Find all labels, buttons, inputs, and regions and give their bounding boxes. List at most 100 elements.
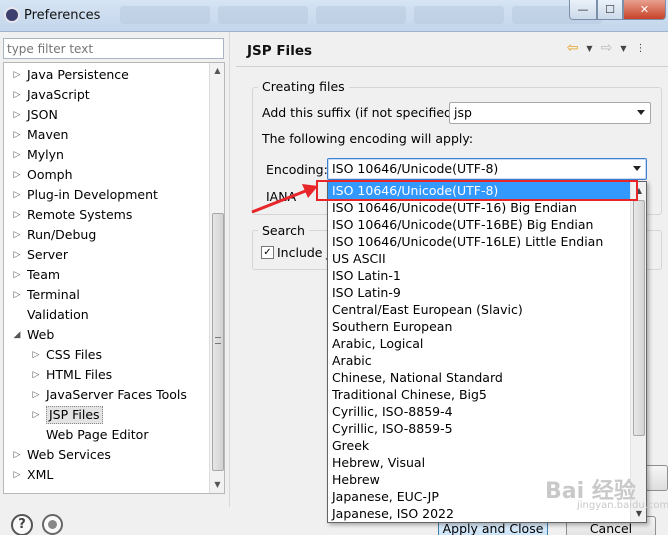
encoding-option[interactable]: Hebrew, Visual xyxy=(328,454,630,471)
chevron-right-icon[interactable]: ▷ xyxy=(12,225,22,245)
watermark-url: jingyan.baidu.com xyxy=(577,500,668,511)
encoding-option[interactable]: Chinese, National Standard xyxy=(328,369,630,386)
chevron-right-icon[interactable]: ▷ xyxy=(12,445,22,465)
panel-divider[interactable] xyxy=(229,32,230,507)
back-dropdown-icon[interactable]: ▼ xyxy=(582,44,597,53)
encoding-option[interactable]: Central/East European (Slavic) xyxy=(328,301,630,318)
chevron-right-icon[interactable]: ▷ xyxy=(12,265,22,285)
maximize-button[interactable]: ☐ xyxy=(597,0,623,20)
encoding-option[interactable]: Arabic, Logical xyxy=(328,335,630,352)
sidebar-item[interactable]: ▷ Plug-in Development xyxy=(4,185,208,205)
search-title: Search xyxy=(258,223,309,238)
tree-scroll-thumb[interactable] xyxy=(212,213,224,471)
encoding-option[interactable]: Greek xyxy=(328,437,630,454)
record-icon[interactable] xyxy=(42,514,63,535)
encoding-dropdown-list[interactable]: ISO 10646/Unicode(UTF-8) ISO 10646/Unicod… xyxy=(327,181,647,523)
chevron-right-icon[interactable]: ▷ xyxy=(12,105,22,125)
encoding-option[interactable]: Traditional Chinese, Big5 xyxy=(328,386,630,403)
sidebar-item[interactable]: ▷ Oomph xyxy=(4,165,208,185)
sidebar-item[interactable]: ▷ JavaScript xyxy=(4,85,208,105)
help-icon[interactable]: ? xyxy=(11,514,33,535)
minimize-button[interactable]: — xyxy=(569,0,597,20)
sidebar-item[interactable]: ▷ Run/Debug xyxy=(4,225,208,245)
sidebar-item-label: Run/Debug xyxy=(27,227,97,242)
encoding-label: Encoding: xyxy=(266,162,328,177)
encoding-combo[interactable]: ISO 10646/Unicode(UTF-8) xyxy=(327,158,647,180)
sidebar-item[interactable]: Validation xyxy=(4,305,208,325)
chevron-right-icon[interactable]: ▷ xyxy=(12,465,22,485)
close-button[interactable]: ✕ xyxy=(623,0,666,20)
forward-arrow-icon[interactable]: ⇨ xyxy=(599,40,614,56)
preference-tree: ▷ Java Persistence ▷ JavaScript ▷ JSON ▷ Maven ▷… xyxy=(3,62,225,494)
encoding-option[interactable]: ISO 10646/Unicode(UTF-16BE) Big Endian xyxy=(328,216,630,233)
view-menu-icon[interactable]: ⋮ xyxy=(633,43,648,54)
chevron-down-icon[interactable] xyxy=(637,110,645,115)
encoding-option[interactable]: ISO 10646/Unicode(UTF-16LE) Little Endia… xyxy=(328,233,630,250)
sidebar-item-label: Terminal xyxy=(27,287,80,302)
chevron-right-icon[interactable]: ▷ xyxy=(31,345,41,365)
chevron-right-icon[interactable]: ▷ xyxy=(12,85,22,105)
dropdown-scrollbar[interactable]: ▲ ▼ xyxy=(630,182,646,522)
page-title: JSP Files xyxy=(247,43,313,59)
suffix-combo[interactable]: jsp xyxy=(449,102,651,124)
chevron-right-icon[interactable]: ▷ xyxy=(12,205,22,225)
encoding-option[interactable]: ISO Latin-1 xyxy=(328,267,630,284)
chevron-down-icon[interactable] xyxy=(633,166,641,171)
chevron-right-icon[interactable]: ▷ xyxy=(12,165,22,185)
scroll-up-icon[interactable]: ▲ xyxy=(210,63,224,79)
back-arrow-icon[interactable]: ⇦ xyxy=(565,40,580,56)
sidebar-item[interactable]: ▷ Mylyn xyxy=(4,145,208,165)
window-title: Preferences xyxy=(24,8,101,23)
dropdown-scroll-thumb[interactable] xyxy=(633,200,645,436)
encoding-option[interactable]: Arabic xyxy=(328,352,630,369)
scroll-down-icon[interactable]: ▼ xyxy=(210,477,224,493)
chevron-right-icon[interactable]: ▷ xyxy=(12,245,22,265)
sidebar-item[interactable]: ▷ Terminal xyxy=(4,285,208,305)
sidebar-item[interactable]: Web Page Editor xyxy=(4,425,208,445)
filter-input[interactable] xyxy=(3,38,224,59)
chevron-right-icon[interactable]: ▷ xyxy=(31,405,41,425)
chevron-right-icon[interactable]: ▷ xyxy=(12,65,22,85)
chevron-right-icon[interactable]: ▷ xyxy=(12,185,22,205)
sidebar-item[interactable]: ▷ XML xyxy=(4,465,208,485)
encoding-option[interactable]: ISO 10646/Unicode(UTF-16) Big Endian xyxy=(328,199,630,216)
tree-scrollbar[interactable]: ▲ ▼ xyxy=(209,63,224,493)
sidebar-item-label: CSS Files xyxy=(46,347,102,362)
preference-tree-list: ▷ Java Persistence ▷ JavaScript ▷ JSON ▷ Maven ▷… xyxy=(4,65,208,485)
chevron-right-icon[interactable]: ▷ xyxy=(31,385,41,405)
sidebar-item[interactable]: ▷ Server xyxy=(4,245,208,265)
sidebar-item[interactable]: ▷ JavaServer Faces Tools xyxy=(4,385,208,405)
sidebar-item[interactable]: ▷ CSS Files xyxy=(4,345,208,365)
sidebar-item[interactable]: ▷ HTML Files xyxy=(4,365,208,385)
sidebar-item-label: Remote Systems xyxy=(27,207,133,222)
encoding-option[interactable]: US ASCII xyxy=(328,250,630,267)
sidebar-item-label: JavaScript xyxy=(27,87,90,102)
sidebar-item[interactable]: ◢ Web xyxy=(4,325,208,345)
include-checkbox[interactable]: ✓ xyxy=(261,246,274,259)
suffix-value: jsp xyxy=(454,105,472,120)
encoding-option[interactable]: ISO Latin-9 xyxy=(328,284,630,301)
sidebar-item[interactable]: ▷ Remote Systems xyxy=(4,205,208,225)
highlight-box xyxy=(316,180,638,201)
encoding-option[interactable]: Cyrillic, ISO-8859-4 xyxy=(328,403,630,420)
sidebar-item[interactable]: ▷ JSON xyxy=(4,105,208,125)
sidebar-item[interactable]: ▷ Java Persistence xyxy=(4,65,208,85)
encoding-option[interactable]: Cyrillic, ISO-8859-5 xyxy=(328,420,630,437)
encoding-options: ISO 10646/Unicode(UTF-8) ISO 10646/Unicod… xyxy=(328,182,630,522)
sidebar-item[interactable]: ▷ Web Services xyxy=(4,445,208,465)
sidebar-item[interactable]: ▷ Team xyxy=(4,265,208,285)
chevron-right-icon[interactable]: ▷ xyxy=(12,145,22,165)
encoding-option[interactable]: Southern European xyxy=(328,318,630,335)
sidebar-item[interactable]: ▷ JSP Files xyxy=(4,405,208,425)
sidebar-item-label: Java Persistence xyxy=(27,67,129,82)
chevron-right-icon[interactable]: ▷ xyxy=(12,285,22,305)
sidebar-item-label: Validation xyxy=(27,307,89,322)
chevron-right-icon[interactable]: ▷ xyxy=(12,125,22,145)
chevron-right-icon[interactable]: ▷ xyxy=(31,365,41,385)
sidebar-item-label: JavaServer Faces Tools xyxy=(46,387,187,402)
sidebar-item[interactable]: ▷ Maven xyxy=(4,125,208,145)
background-window-tabs xyxy=(120,6,602,24)
forward-dropdown-icon[interactable]: ▼ xyxy=(616,44,631,53)
include-label: Include J xyxy=(277,245,331,260)
chevron-down-icon[interactable]: ◢ xyxy=(12,325,22,345)
